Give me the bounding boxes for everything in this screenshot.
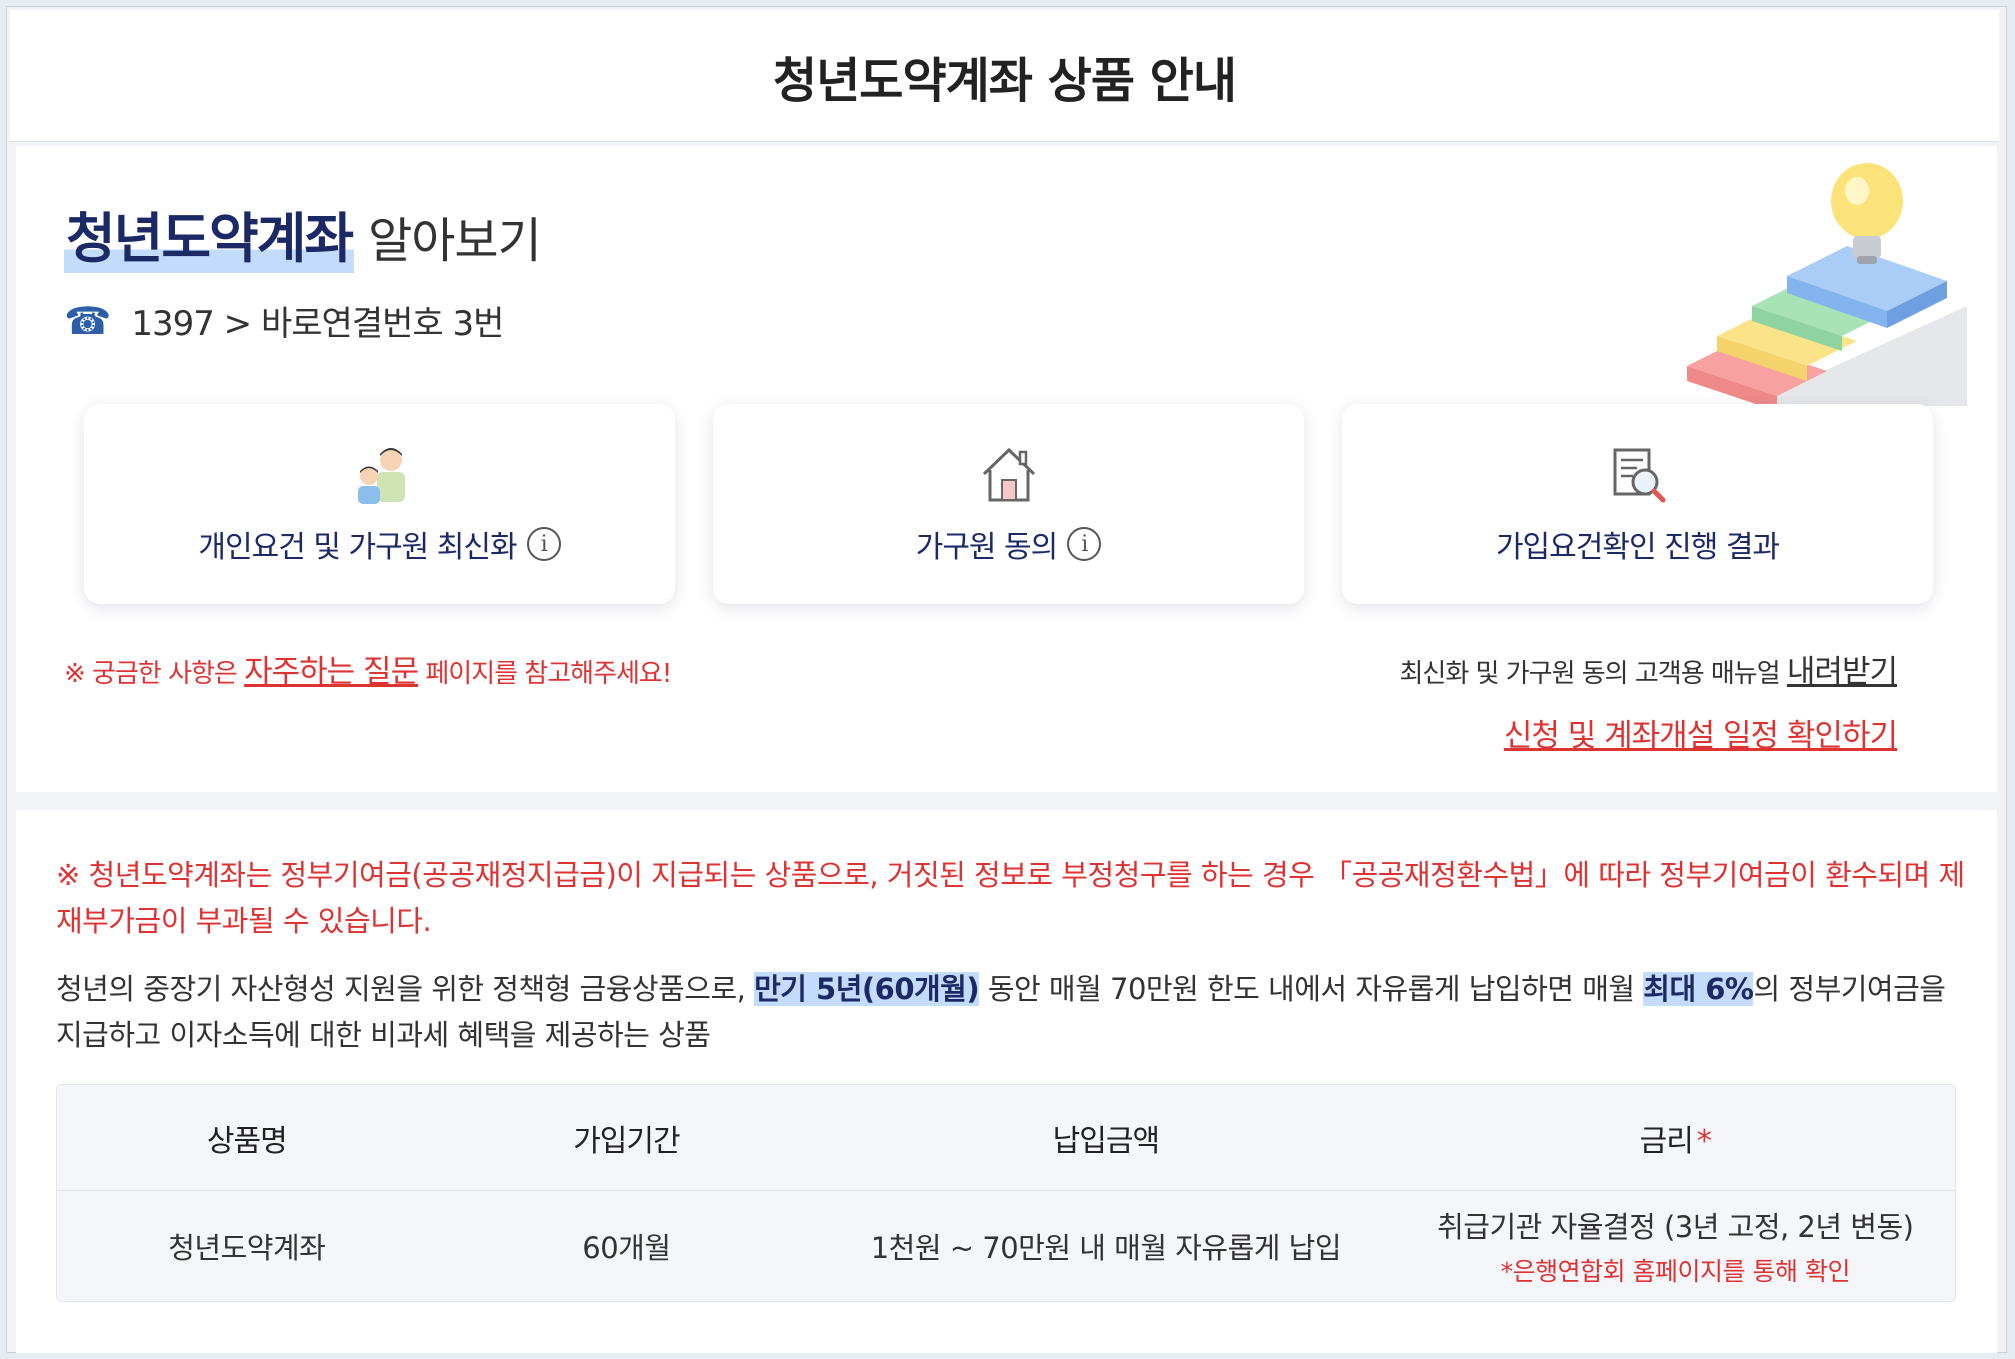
manual-text: 최신화 및 가구원 동의 고객용 매뉴얼	[1399, 659, 1787, 689]
service-label-wrap: 가구원 동의 i	[916, 522, 1102, 566]
header-amount: 납입금액	[1052, 1123, 1160, 1159]
phone-row: ☎ 1397 > 바로연결번호 3번	[64, 296, 504, 345]
phone-text: 1397 > 바로연결번호 3번	[131, 304, 504, 344]
service-cards: 개인요건 및 가구원 최신화 i 가구원 동의 i 가입요건확인 진행 결과	[84, 404, 1933, 604]
service-label-wrap: 가입요건확인 진행 결과	[1495, 522, 1780, 566]
header-name: 상품명	[206, 1123, 288, 1159]
house-icon	[982, 447, 1035, 502]
fraud-warning: ※ 청년도약계좌는 정부기여금(공공재정지급금)이 지급되는 상품으로, 거짓된…	[56, 858, 1965, 938]
header-rate: 금리	[1639, 1123, 1694, 1159]
header-rate-wrap: 금리 *	[1396, 1085, 1955, 1190]
cell-amount: 1천원 ~ 70만원 내 매월 자유롭게 납입	[870, 1231, 1342, 1265]
faq-link[interactable]: 자주하는 질문	[244, 654, 419, 690]
desc-highlight-rate: 최대 6%	[1643, 972, 1754, 1006]
document-search-icon	[1613, 448, 1665, 503]
rate-note: *은행연합회 홈페이지를 통해 확인	[1500, 1257, 1851, 1286]
schedule-link[interactable]: 신청 및 계좌개설 일정 확인하기	[1504, 710, 1898, 755]
faq-suffix: 페이지를 참고해주세요!	[418, 659, 672, 689]
desc-text-2: 동안 매월 70만원 한도 내에서 자유롭게 납입하면 매월	[979, 972, 1644, 1006]
cell-name: 청년도약계좌	[168, 1231, 326, 1265]
service-label-wrap: 개인요건 및 가구원 최신화 i	[198, 522, 561, 566]
manual-download-link[interactable]: 내려받기	[1787, 654, 1898, 690]
title-bar: 청년도약계좌 상품 안내	[10, 10, 1999, 142]
service-label: 개인요건 및 가구원 최신화	[198, 530, 517, 565]
product-card: ※ 청년도약계좌는 정부기여금(공공재정지급금)이 지급되는 상품으로, 거짓된…	[16, 810, 1997, 1353]
phone-icon: ☎	[64, 298, 112, 343]
intro-heading: 청년도약계좌 알아보기	[64, 194, 542, 273]
intro-card: 청년도약계좌 알아보기 ☎ 1397 > 바로연결번호 3번 개인요건 및 가구…	[16, 146, 1997, 792]
cell-period: 60개월	[582, 1231, 671, 1265]
product-description: 청년의 중장기 자산형성 지원을 위한 정책형 금융상품으로, 만기 5년(60…	[56, 966, 1976, 1058]
service-card-eligibility-result[interactable]: 가입요건확인 진행 결과	[1342, 404, 1933, 604]
info-icon[interactable]: i	[1067, 527, 1102, 561]
info-icon[interactable]: i	[526, 527, 561, 561]
cell-rate: 취급기관 자율결정 (3년 고정, 2년 변동) *은행연합회 홈페이지를 통해…	[1396, 1191, 1955, 1301]
lightbulb-stairs-illustration	[1687, 163, 1967, 406]
heading-highlight: 청년도약계좌	[64, 194, 354, 273]
header-period: 가입기간	[573, 1123, 680, 1159]
service-card-household-consent[interactable]: 가구원 동의 i	[713, 404, 1304, 604]
manual-notice: 최신화 및 가구원 동의 고객용 매뉴얼 내려받기	[1399, 646, 1898, 691]
page-title: 청년도약계좌 상품 안내	[772, 52, 1237, 109]
rate-text: 취급기관 자율결정 (3년 고정, 2년 변동)	[1437, 1210, 1914, 1244]
desc-highlight-term: 만기 5년(60개월)	[754, 972, 980, 1006]
faq-notice: ※ 궁금한 사항은 자주하는 질문 페이지를 참고해주세요!	[64, 646, 672, 691]
heading-rest: 알아보기	[368, 213, 542, 269]
faq-prefix: ※ 궁금한 사항은	[64, 659, 245, 689]
required-mark: *	[1696, 1123, 1712, 1159]
table-row: 청년도약계좌 60개월 1천원 ~ 70만원 내 매월 자유롭게 납입 취급기관…	[57, 1191, 1955, 1301]
service-label: 가구원 동의	[915, 530, 1059, 565]
desc-text-1: 청년의 중장기 자산형성 지원을 위한 정책형 금융상품으로,	[56, 972, 755, 1006]
service-card-personal-update[interactable]: 개인요건 및 가구원 최신화 i	[84, 404, 675, 604]
product-table: 상품명 가입기간 납입금액 금리 * 청년도약계좌 60개월 1천원 ~ 70만원…	[56, 1084, 1956, 1302]
family-icon	[357, 448, 405, 504]
service-label: 가입요건확인 진행 결과	[1495, 530, 1780, 565]
table-header-row: 상품명 가입기간 납입금액 금리 *	[57, 1085, 1955, 1191]
